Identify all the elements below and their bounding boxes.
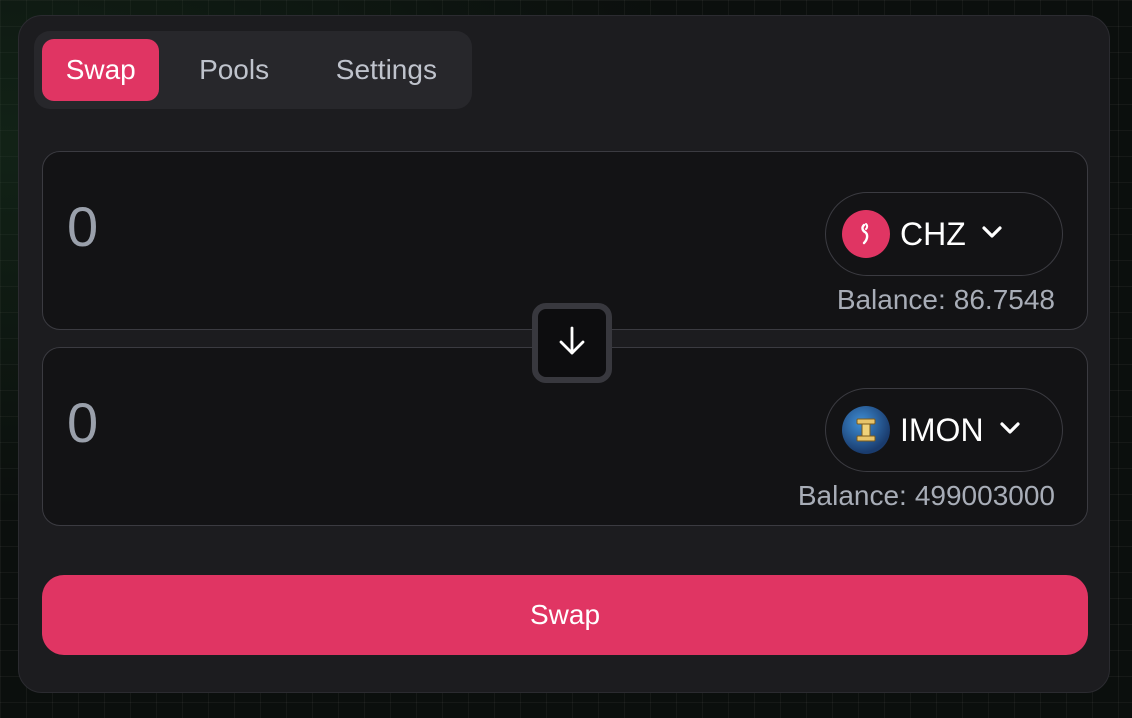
- from-balance-value: 86.7548: [953, 284, 1055, 315]
- from-amount-input[interactable]: 0: [67, 192, 667, 262]
- swap-button[interactable]: Swap: [42, 575, 1088, 655]
- to-amount-input[interactable]: 0: [67, 388, 667, 458]
- chevron-down-icon: [994, 414, 1024, 447]
- imon-logo-icon: [842, 406, 890, 454]
- switch-direction-button[interactable]: [532, 303, 612, 383]
- swap-card: Swap Pools Settings 0 CHZ Balance: 86.754…: [18, 15, 1110, 693]
- chevron-down-icon: [976, 218, 1006, 251]
- chiliz-logo-icon: [842, 210, 890, 258]
- tab-pools[interactable]: Pools: [159, 39, 308, 101]
- to-token-symbol: IMON: [900, 411, 984, 448]
- tab-settings[interactable]: Settings: [309, 39, 464, 101]
- to-balance: Balance: 499003000: [798, 480, 1055, 512]
- to-balance-label: Balance:: [797, 480, 907, 511]
- arrow-down-icon: [554, 323, 590, 364]
- tab-bar: Swap Pools Settings: [34, 31, 472, 109]
- from-balance-label: Balance:: [836, 284, 946, 315]
- from-balance: Balance: 86.7548: [837, 284, 1055, 316]
- from-token-selector[interactable]: CHZ: [825, 192, 1063, 276]
- to-token-selector[interactable]: IMON: [825, 388, 1063, 472]
- tab-swap[interactable]: Swap: [42, 39, 160, 101]
- from-token-symbol: CHZ: [900, 215, 966, 252]
- to-balance-value: 499003000: [914, 480, 1055, 511]
